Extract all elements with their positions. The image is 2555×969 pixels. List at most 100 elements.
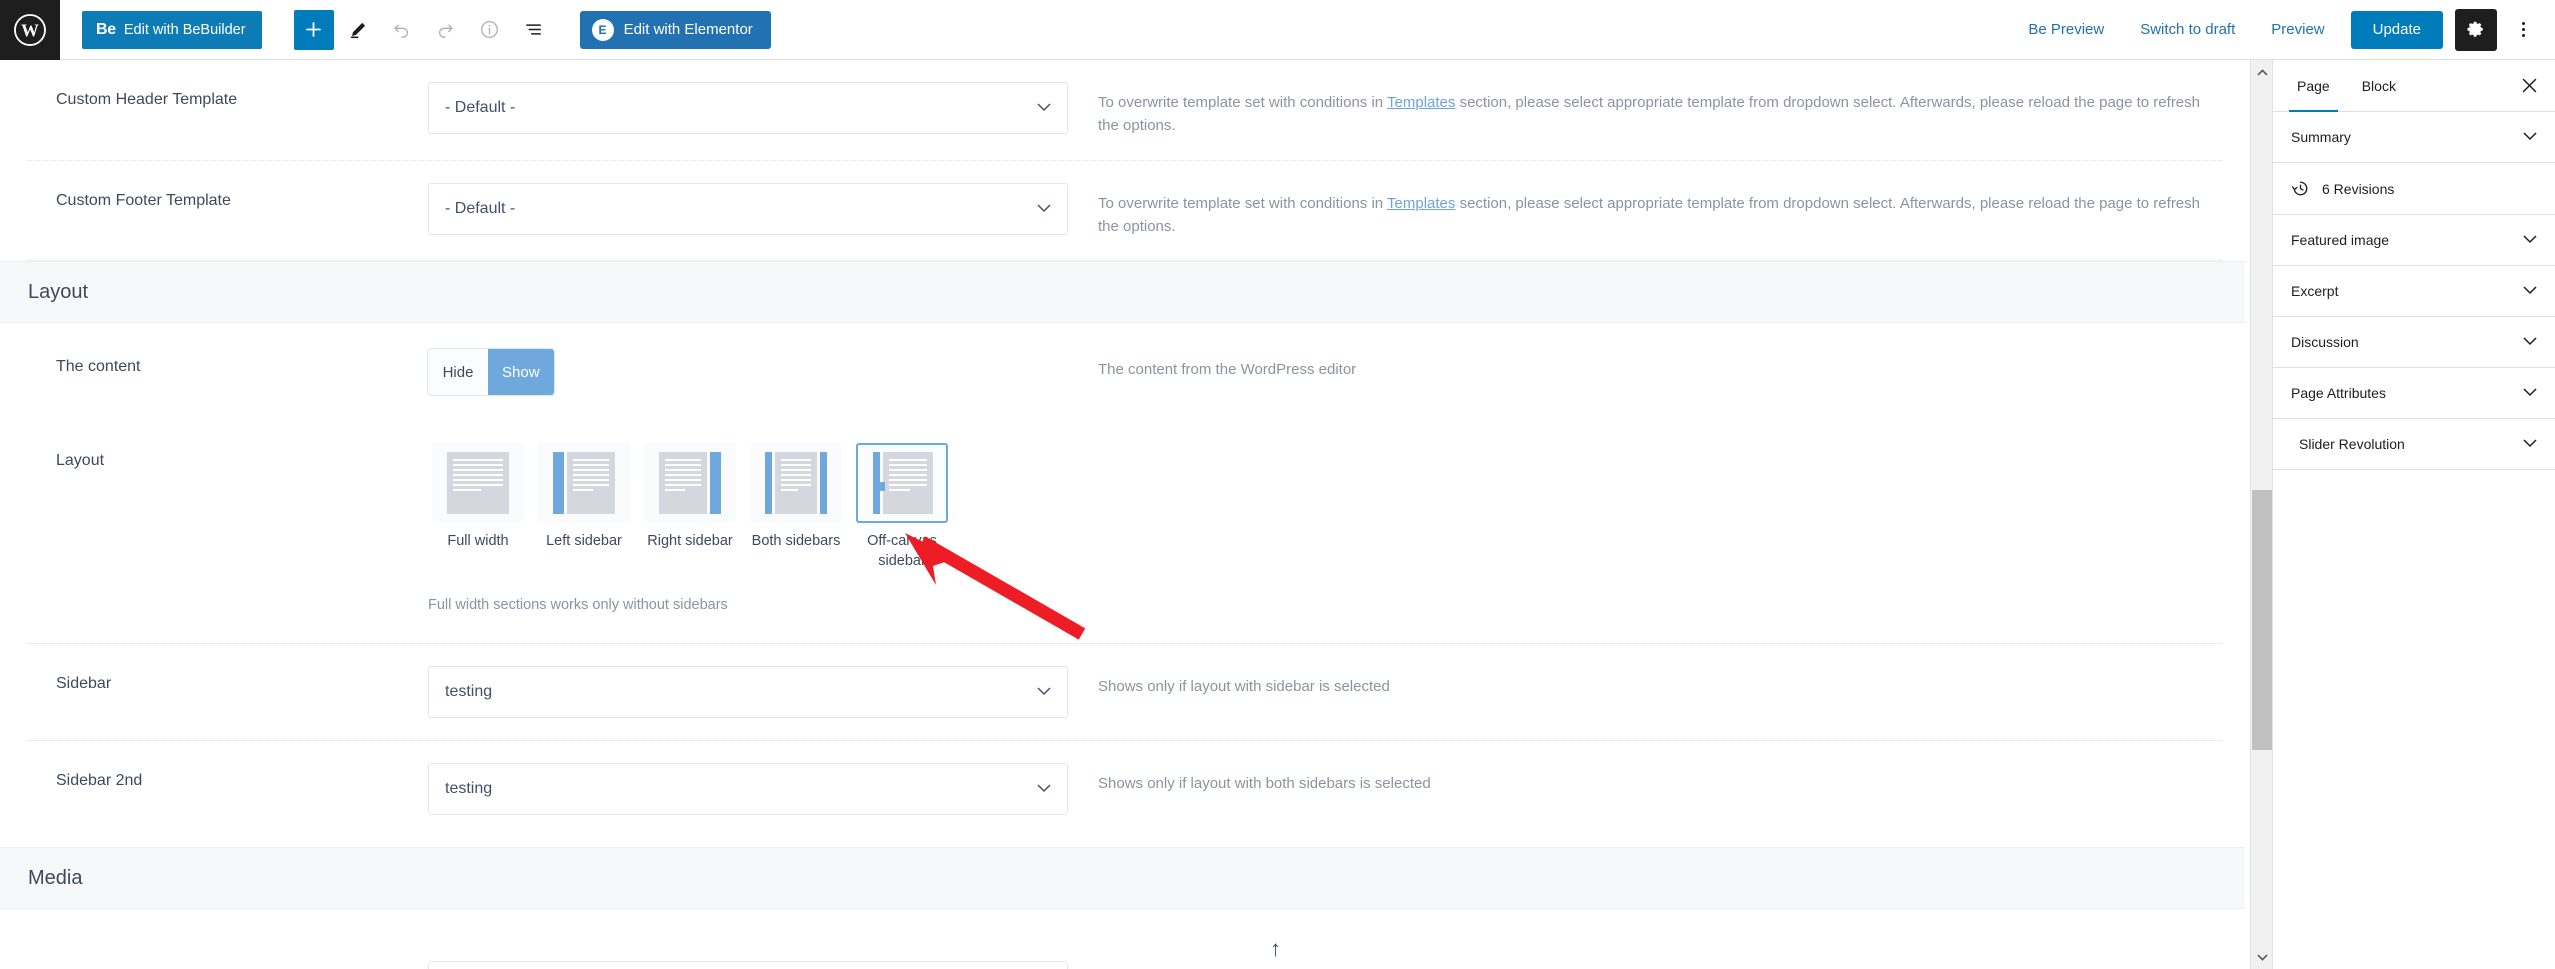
layout-options-grid: Full width Left sidebar Right sidebar Bo…: [428, 443, 1168, 571]
layout-preview-content: [775, 452, 817, 514]
chevron-down-icon: [1037, 780, 1051, 798]
the-content-toggle-group: Hide Show: [428, 349, 554, 395]
topbar-right-actions: Be Preview Switch to draft Preview Updat…: [2010, 8, 2555, 51]
media-first-select[interactable]: [428, 961, 1068, 969]
panel-discussion[interactable]: Discussion: [2273, 317, 2555, 368]
help-text-pre: To overwrite template set with condition…: [1098, 194, 1388, 212]
panel-revisions[interactable]: 6 Revisions: [2273, 163, 2555, 215]
layout-option-off-canvas-sidebar[interactable]: Off-canvas sidebar: [852, 443, 952, 571]
settings-button[interactable]: [2455, 8, 2497, 51]
custom-footer-template-select[interactable]: - Default -: [428, 182, 1068, 235]
layout-preview-content: [883, 452, 933, 514]
edit-mode-button[interactable]: [338, 10, 378, 50]
layout-preview-content: [447, 452, 509, 514]
the-content-show-button[interactable]: Show: [488, 349, 554, 395]
custom-footer-template-control: - Default -: [428, 182, 1068, 235]
layout-preview-off-canvas-sidebar: [871, 452, 933, 514]
layout-caption-both-sidebars: Both sidebars: [751, 533, 841, 549]
kebab-menu-icon: [2521, 28, 2525, 31]
chevron-down-icon: [2523, 384, 2537, 402]
layout-option-left-sidebar[interactable]: Left sidebar: [534, 443, 634, 552]
panel-page-attributes[interactable]: Page Attributes: [2273, 368, 2555, 419]
layout-option-full-width[interactable]: Full width: [428, 443, 528, 552]
edit-with-bebuilder-button[interactable]: Be Edit with BeBuilder: [82, 10, 262, 49]
sidebar-control: testing: [428, 666, 1068, 719]
be-theme-options-panel: Custom Header Template - Default - To ov…: [28, 60, 2222, 261]
sidebar-2nd-select[interactable]: testing: [428, 763, 1068, 816]
wordpress-logo-icon: W: [14, 13, 46, 46]
switch-to-draft-link[interactable]: Switch to draft: [2122, 21, 2253, 38]
panel-featured-image[interactable]: Featured image: [2273, 215, 2555, 266]
close-sidebar-button[interactable]: [2511, 68, 2547, 104]
details-button[interactable]: [470, 10, 510, 50]
be-preview-link[interactable]: Be Preview: [2010, 21, 2122, 38]
panel-revisions-label: 6 Revisions: [2322, 180, 2395, 197]
scroll-to-top-arrow-icon[interactable]: ↑: [1270, 938, 1281, 960]
sidebar-select[interactable]: testing: [428, 666, 1068, 719]
templates-link[interactable]: Templates: [1387, 195, 1455, 212]
chevron-down-icon: [1037, 200, 1051, 218]
layout-caption-off-canvas-sidebar: Off-canvas sidebar: [867, 533, 937, 569]
custom-header-template-label: Custom Header Template: [56, 91, 238, 108]
layout-option-right-sidebar[interactable]: Right sidebar: [640, 443, 740, 552]
sidebar-2nd-control: testing: [428, 763, 1068, 816]
layout-preview-sidebar-left: [765, 452, 772, 514]
custom-footer-template-value: - Default -: [445, 199, 516, 217]
scrollbar-down-arrow-icon[interactable]: [2251, 945, 2273, 969]
layout-settings-panel: The content Hide Show The content from t…: [28, 323, 2222, 838]
layout-preview-offcanvas-handle: [873, 452, 880, 514]
the-content-control: Hide Show: [428, 349, 1068, 395]
sidebar-select-value: testing: [445, 683, 493, 701]
bebuilder-mark: Be: [96, 20, 116, 38]
editor-top-toolbar: W Be Edit with BeBuilder E Edit with Ele…: [0, 0, 2555, 60]
panel-slider-revolution[interactable]: Slider Revolution: [2273, 419, 2555, 470]
kebab-menu-icon: [2521, 34, 2525, 37]
layout-caption-left-sidebar: Left sidebar: [546, 533, 622, 549]
custom-header-template-select[interactable]: - Default -: [428, 82, 1068, 134]
media-first-help: [1068, 961, 2222, 969]
layout-preview-sidebar-right: [710, 452, 721, 514]
undo-button[interactable]: [382, 10, 422, 50]
tab-page[interactable]: Page: [2281, 60, 2346, 112]
field-row-custom-footer-template: Custom Footer Template - Default - To ov…: [28, 161, 2222, 261]
media-first-label: [28, 961, 428, 969]
section-header-media: Media: [0, 847, 2250, 910]
edit-with-elementor-button[interactable]: E Edit with Elementor: [579, 10, 771, 49]
panel-slider-revolution-label: Slider Revolution: [2299, 436, 2405, 452]
list-view-button[interactable]: [514, 10, 554, 50]
more-options-button[interactable]: [2503, 10, 2543, 50]
sidebar-help: Shows only if layout with sidebar is sel…: [1098, 678, 1390, 696]
the-content-hide-button[interactable]: Hide: [428, 349, 488, 395]
editor-settings-sidebar: Page Block Summary 6 Revisions Featured …: [2272, 60, 2555, 969]
custom-footer-template-help: To overwrite template set with condition…: [1068, 183, 2222, 239]
templates-link[interactable]: Templates: [1387, 94, 1455, 111]
chevron-down-icon: [2523, 435, 2537, 453]
help-text-pre: To overwrite template set with condition…: [1098, 94, 1388, 111]
scrollbar-thumb[interactable]: [2252, 490, 2272, 750]
layout-thumb-both-sidebars: [750, 443, 842, 523]
layout-thumb-right-sidebar: [644, 443, 736, 523]
custom-footer-template-label: Custom Footer Template: [56, 191, 231, 209]
update-button[interactable]: Update: [2350, 10, 2443, 49]
chevron-down-icon: [2523, 128, 2537, 146]
wordpress-logo[interactable]: W: [0, 0, 60, 60]
edit-with-elementor-label: Edit with Elementor: [623, 21, 753, 38]
field-row-custom-header-template: Custom Header Template - Default - To ov…: [28, 60, 2222, 161]
panel-summary[interactable]: Summary: [2273, 112, 2555, 163]
field-row-sidebar: Sidebar testing Shows only if layout wit…: [28, 644, 2222, 742]
layout-preview-offcanvas-knob: [880, 481, 885, 491]
custom-header-template-control: - Default -: [428, 82, 1068, 134]
content-scrollbar[interactable]: [2250, 60, 2272, 969]
panel-summary-label: Summary: [2291, 129, 2351, 145]
plus-icon: [306, 22, 321, 37]
scrollbar-up-arrow-icon[interactable]: [2251, 60, 2273, 84]
page-settings-content: Custom Header Template - Default - To ov…: [0, 60, 2250, 969]
redo-button[interactable]: [426, 10, 466, 50]
tab-block[interactable]: Block: [2346, 60, 2412, 112]
preview-link[interactable]: Preview: [2253, 21, 2342, 38]
info-icon: [481, 21, 499, 38]
panel-excerpt[interactable]: Excerpt: [2273, 266, 2555, 317]
layout-option-both-sidebars[interactable]: Both sidebars: [746, 443, 846, 552]
add-block-button[interactable]: [293, 9, 334, 50]
sidebar-2nd-select-value: testing: [445, 780, 493, 798]
